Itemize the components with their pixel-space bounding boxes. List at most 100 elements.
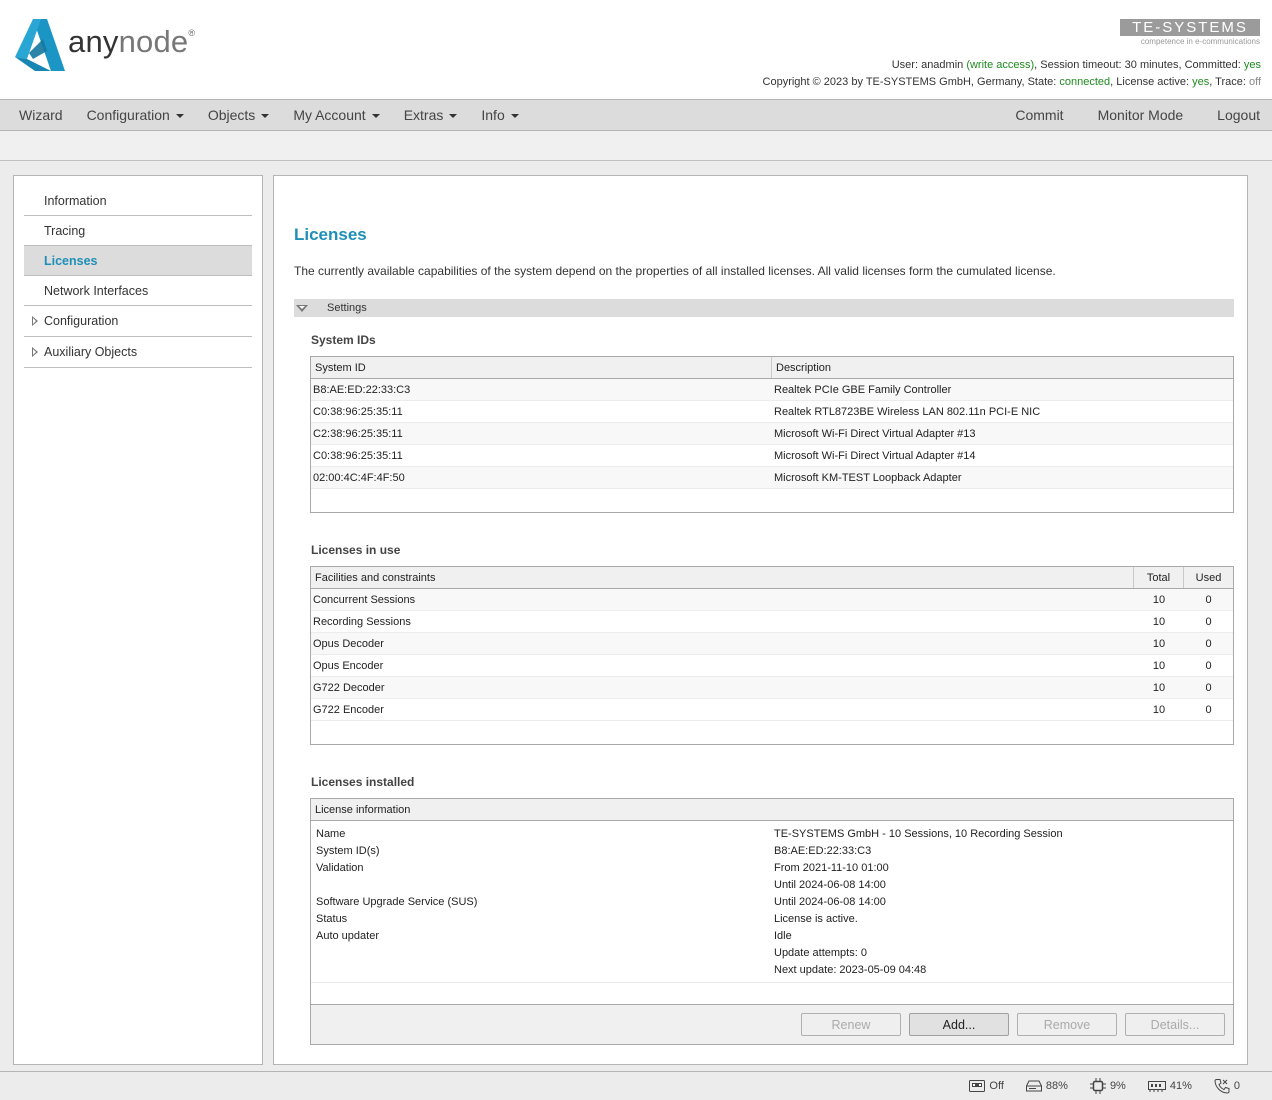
column-header-system-id[interactable]: System ID (311, 357, 772, 378)
table-row[interactable]: G722 Encoder 10 0 (311, 699, 1233, 721)
table-row[interactable]: Opus Decoder 10 0 (311, 633, 1233, 655)
cpu-status[interactable]: 9% (1089, 1078, 1126, 1094)
menu-objects[interactable]: Objects (196, 107, 281, 123)
menu-label: Objects (207, 107, 256, 123)
menu-label: Commit (1015, 107, 1064, 123)
license-line-update-attempts: Update attempts: 0 (311, 944, 1233, 961)
column-header-facilities[interactable]: Facilities and constraints (311, 567, 1134, 588)
disk-status[interactable]: 88% (1025, 1080, 1068, 1092)
page-description: The currently available capabilities of … (294, 264, 1056, 278)
status-bar: Off 88% 9% 41% 0 (0, 1071, 1272, 1100)
state-value: connected (1059, 76, 1111, 88)
add-license-button[interactable]: Add... (909, 1013, 1009, 1036)
menu-my-account[interactable]: My Account (281, 107, 391, 123)
column-header-used[interactable]: Used (1184, 567, 1233, 588)
calls-value: 0 (1233, 1080, 1240, 1092)
table-row[interactable]: C0:38:96:25:35:11 Microsoft Wi-Fi Direct … (311, 445, 1233, 467)
sidebar-item-label: Network Interfaces (44, 283, 149, 298)
license-active-label: , License active: (1110, 76, 1193, 88)
status-indicators: Off 88% 9% 41% 0 (969, 1072, 1272, 1100)
license-key: Name (316, 827, 346, 840)
license-key: Auto updater (316, 929, 379, 942)
menu-label: Monitor Mode (1097, 107, 1184, 123)
toolbar-strip (0, 131, 1272, 161)
menu-extras[interactable]: Extras (392, 107, 470, 123)
sidebar-item-label: Tracing (44, 223, 86, 238)
sidebar-item-information[interactable]: Information (24, 186, 252, 216)
sidebar-item-label: Licenses (44, 253, 98, 268)
cell-used: 0 (1205, 703, 1212, 716)
license-line-name: Name TE-SYSTEMS GmbH - 10 Sessions, 10 Re… (311, 825, 1233, 842)
phone-icon (1214, 1079, 1230, 1094)
sidebar-nav: Information Tracing Licenses Network Int… (24, 186, 252, 368)
sidebar-item-licenses[interactable]: Licenses (24, 246, 252, 276)
sidebar-item-label: Auxiliary Objects (44, 345, 138, 359)
cell-used: 0 (1205, 615, 1212, 628)
logout-button[interactable]: Logout (1183, 107, 1260, 123)
table-row[interactable]: G722 Decoder 10 0 (311, 677, 1233, 699)
user-access: (write access) (966, 59, 1035, 71)
cell-facility: Concurrent Sessions (313, 593, 416, 606)
menu-info[interactable]: Info (469, 107, 530, 123)
settings-section-toggle[interactable]: Settings (294, 299, 1234, 317)
sidebar-item-configuration[interactable]: Configuration (24, 306, 252, 337)
cell-system-id: 02:00:4C:4F:4F:50 (313, 471, 405, 484)
table-row[interactable]: Opus Encoder 10 0 (311, 655, 1233, 677)
sidebar-item-network-interfaces[interactable]: Network Interfaces (24, 276, 252, 306)
menu-configuration[interactable]: Configuration (75, 107, 196, 123)
cell-used: 0 (1205, 637, 1212, 650)
cell-total: 10 (1152, 659, 1166, 672)
table-header: Facilities and constraints Total Used (311, 567, 1233, 589)
divider (311, 982, 1233, 983)
calls-status[interactable]: 0 (1214, 1078, 1240, 1094)
license-line-next-update: Next update: 2023-05-09 04:48 (311, 961, 1233, 978)
committed-value: yes (1243, 59, 1261, 71)
table-row[interactable]: 02:00:4C:4F:4F:50 Microsoft KM-TEST Loopb… (311, 467, 1233, 489)
menu-label: Info (481, 107, 505, 123)
monitor-mode-button[interactable]: Monitor Mode (1064, 107, 1184, 123)
license-value: TE-SYSTEMS GmbH - 10 Sessions, 10 Record… (774, 827, 1063, 840)
user-label: User: anadmin (891, 59, 967, 71)
renew-button[interactable]: Renew (801, 1013, 901, 1036)
licenses-installed-panel: License information Name TE-SYSTEMS GmbH … (310, 798, 1234, 1045)
commit-button[interactable]: Commit (981, 107, 1063, 123)
cell-facility: Opus Decoder (313, 637, 384, 650)
license-value: B8:AE:ED:22:33:C3 (774, 844, 872, 857)
license-line-validation-from: Validation From 2021-11-10 01:00 (311, 859, 1233, 876)
table-row[interactable]: Recording Sessions 10 0 (311, 611, 1233, 633)
license-key: System ID(s) (316, 844, 380, 857)
cell-facility: G722 Decoder (313, 681, 385, 694)
license-value: Update attempts: 0 (774, 946, 867, 959)
sidebar-item-auxiliary-objects[interactable]: Auxiliary Objects (24, 337, 252, 368)
cell-system-id: C0:38:96:25:35:11 (313, 449, 403, 462)
recording-status[interactable]: Off (969, 1080, 1004, 1092)
expand-arrow-icon[interactable] (32, 316, 38, 326)
sidebar-item-tracing[interactable]: Tracing (24, 216, 252, 246)
memory-status[interactable]: 41% (1147, 1080, 1192, 1092)
cell-total: 10 (1152, 637, 1166, 650)
license-key: Status (316, 912, 348, 925)
menu-left: Wizard Configuration Objects My Account … (7, 100, 531, 130)
table-row[interactable]: B8:AE:ED:22:33:C3 Realtek PCIe GBE Family… (311, 379, 1233, 401)
license-value: Until 2024-06-08 14:00 (774, 878, 886, 891)
remove-button[interactable]: Remove (1017, 1013, 1117, 1036)
expand-arrow-icon[interactable] (32, 347, 38, 357)
cell-description: Realtek PCIe GBE Family Controller (774, 383, 952, 396)
cell-used: 0 (1205, 593, 1212, 606)
table-row[interactable]: Concurrent Sessions 10 0 (311, 589, 1233, 611)
cell-description: Realtek RTL8723BE Wireless LAN 802.11n P… (774, 405, 1041, 418)
menu-wizard[interactable]: Wizard (7, 107, 75, 123)
column-header-description[interactable]: Description (772, 357, 1233, 378)
session-status: User: anadmin (write access), Session ti… (763, 57, 1261, 91)
cell-used: 0 (1205, 659, 1212, 672)
license-details[interactable]: Name TE-SYSTEMS GmbH - 10 Sessions, 10 Re… (311, 821, 1233, 983)
license-line-sus: Software Upgrade Service (SUS) Until 2024… (311, 893, 1233, 910)
header: anynode® TE-SYSTEMS competence in e-comm… (0, 0, 1272, 99)
column-header-total[interactable]: Total (1134, 567, 1184, 588)
column-header-license-information: License information (315, 803, 411, 816)
recording-value: Off (989, 1080, 1004, 1092)
license-value: License is active. (774, 912, 858, 925)
details-button[interactable]: Details... (1125, 1013, 1225, 1036)
table-row[interactable]: C0:38:96:25:35:11 Realtek RTL8723BE Wirel… (311, 401, 1233, 423)
table-row[interactable]: C2:38:96:25:35:11 Microsoft Wi-Fi Direct … (311, 423, 1233, 445)
